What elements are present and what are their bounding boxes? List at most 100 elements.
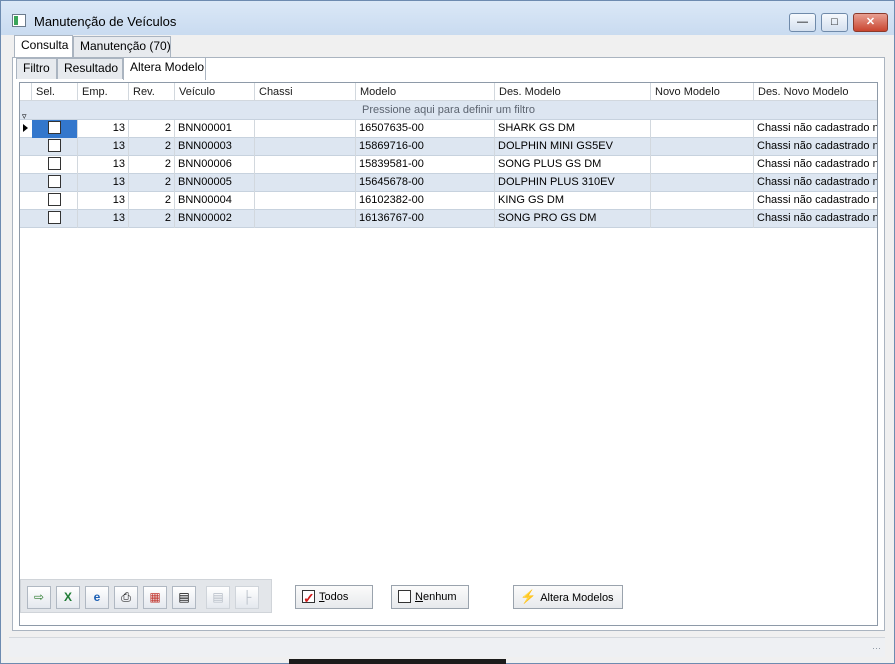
tab-manutencao[interactable]: Manutenção (70): [73, 36, 171, 57]
cell-des-novo-modelo: Chassi não cadastrado na: [754, 174, 877, 192]
header-emp[interactable]: Emp.: [78, 83, 129, 101]
status-bar: ⋯: [9, 637, 885, 657]
cell-modelo: 16136767-00: [356, 210, 495, 228]
document-button[interactable]: ▤: [172, 586, 196, 609]
cell-sel[interactable]: [32, 138, 78, 156]
pdf-button[interactable]: ▦: [143, 586, 167, 609]
cell-emp: 13: [78, 210, 129, 228]
cell-modelo: 15869716-00: [356, 138, 495, 156]
select-none-label-prefix: N: [415, 591, 423, 603]
row-select-checkbox[interactable]: [48, 174, 61, 188]
header-rev[interactable]: Rev.: [129, 83, 175, 101]
lightning-icon: ⚡: [520, 589, 537, 604]
cell-rev: 2: [129, 192, 175, 210]
main-window: Manutenção de Veículos — □ ✕ Consulta Ma…: [0, 0, 895, 664]
cell-novo-modelo: [651, 192, 754, 210]
print-button[interactable]: ⎙: [114, 586, 138, 609]
row-select-checkbox[interactable]: [48, 120, 61, 134]
close-button[interactable]: ✕: [853, 13, 888, 32]
cell-emp: 13: [78, 120, 129, 138]
cell-des-modelo: DOLPHIN PLUS 310EV: [495, 174, 651, 192]
select-all-label: odos: [324, 591, 349, 603]
header-des-modelo[interactable]: Des. Modelo: [495, 83, 651, 101]
tab-consulta[interactable]: Consulta: [14, 35, 73, 58]
cell-rev: 2: [129, 156, 175, 174]
cell-novo-modelo: [651, 120, 754, 138]
resize-grip-icon[interactable]: ⋯: [872, 643, 881, 654]
table-row[interactable]: 13 2 BNN00004 16102382-00 KING GS DM Chassi n…: [20, 192, 877, 210]
cell-chassi: [255, 192, 356, 210]
maximize-icon: □: [831, 16, 838, 28]
tree-button[interactable]: ├: [235, 586, 259, 609]
select-none-button[interactable]: Nenhum: [391, 585, 469, 609]
cell-sel[interactable]: [32, 174, 78, 192]
checked-box-icon: [302, 587, 315, 609]
consulta-panel: Filtro Resultado Altera Modelo Sel. Emp.…: [12, 57, 885, 631]
row-select-checkbox[interactable]: [48, 210, 61, 224]
cell-veiculo: BNN00003: [175, 138, 255, 156]
export-button[interactable]: ⇨: [27, 586, 51, 609]
table-row[interactable]: 13 2 BNN00006 15839581-00 SONG PLUS GS DM Cha…: [20, 156, 877, 174]
cell-chassi: [255, 174, 356, 192]
maximize-button[interactable]: □: [821, 13, 848, 32]
current-row-icon: [23, 124, 28, 132]
cell-modelo: 15645678-00: [356, 174, 495, 192]
select-all-button[interactable]: Todos: [295, 585, 373, 609]
cell-veiculo: BNN00006: [175, 156, 255, 174]
filter-row[interactable]: ▿ Pressione aqui para definir um filtro: [20, 101, 877, 121]
cell-sel[interactable]: [32, 120, 78, 138]
cell-chassi: [255, 120, 356, 138]
table-row[interactable]: 13 2 BNN00005 15645678-00 DOLPHIN PLUS 310EV…: [20, 174, 877, 192]
export-toolbar: ⇨ X e ⎙ ▦ ▤ ▤ ├: [20, 579, 272, 613]
row-select-checkbox[interactable]: [48, 138, 61, 152]
title-bar: Manutenção de Veículos — □ ✕: [1, 1, 894, 35]
pdf-icon: ▦: [149, 590, 161, 604]
header-novo-modelo[interactable]: Novo Modelo: [651, 83, 754, 101]
minimize-button[interactable]: —: [789, 13, 816, 32]
print-icon: ⎙: [121, 590, 131, 604]
cell-des-novo-modelo: Chassi não cadastrado na: [754, 138, 877, 156]
header-sel[interactable]: Sel.: [32, 83, 78, 101]
excel-icon: X: [63, 590, 72, 604]
header-modelo[interactable]: Modelo: [356, 83, 495, 101]
tab-resultado[interactable]: Resultado: [57, 58, 123, 79]
cell-sel[interactable]: [32, 210, 78, 228]
excel-button[interactable]: X: [56, 586, 80, 609]
cell-veiculo: BNN00005: [175, 174, 255, 192]
cell-des-novo-modelo: Chassi não cadastrado na: [754, 156, 877, 174]
cell-novo-modelo: [651, 174, 754, 192]
cell-des-modelo: KING GS DM: [495, 192, 651, 210]
table-row[interactable]: 13 2 BNN00003 15869716-00 DOLPHIN MINI GS5EV…: [20, 138, 877, 156]
cell-sel[interactable]: [32, 156, 78, 174]
cell-rev: 2: [129, 174, 175, 192]
results-grid[interactable]: Sel. Emp. Rev. Veículo Chassi Modelo Des…: [19, 82, 878, 626]
copy-icon: ▤: [212, 590, 224, 604]
header-chassi[interactable]: Chassi: [255, 83, 356, 101]
cell-chassi: [255, 210, 356, 228]
table-row[interactable]: 13 2 BNN00001 16507635-00 SHARK GS DM Chassi …: [20, 120, 877, 138]
cell-modelo: 16507635-00: [356, 120, 495, 138]
browser-button[interactable]: e: [85, 586, 109, 609]
select-none-label: enhum: [422, 591, 457, 603]
close-icon: ✕: [865, 16, 876, 28]
window-title: Manutenção de Veículos: [34, 14, 177, 29]
cell-des-modelo: SONG PRO GS DM: [495, 210, 651, 228]
tab-filtro[interactable]: Filtro: [16, 58, 57, 79]
tab-altera-modelo[interactable]: Altera Modelo: [123, 57, 206, 80]
table-row[interactable]: 13 2 BNN00002 16136767-00 SONG PRO GS DM Chas…: [20, 210, 877, 228]
row-select-checkbox[interactable]: [48, 156, 61, 170]
cell-sel[interactable]: [32, 192, 78, 210]
copy-button[interactable]: ▤: [206, 586, 230, 609]
change-models-button[interactable]: ⚡ Altera Modelos: [513, 585, 623, 609]
header-des-novo-modelo[interactable]: Des. Novo Modelo: [754, 83, 877, 101]
cell-novo-modelo: [651, 138, 754, 156]
cell-emp: 13: [78, 192, 129, 210]
cell-novo-modelo: [651, 210, 754, 228]
row-select-checkbox[interactable]: [48, 192, 61, 206]
cell-emp: 13: [78, 174, 129, 192]
export-icon: ⇨: [33, 590, 45, 604]
taskbar-strip: [289, 659, 506, 664]
document-icon: ▤: [178, 590, 190, 604]
header-veiculo[interactable]: Veículo: [175, 83, 255, 101]
empty-box-icon: [398, 589, 411, 603]
